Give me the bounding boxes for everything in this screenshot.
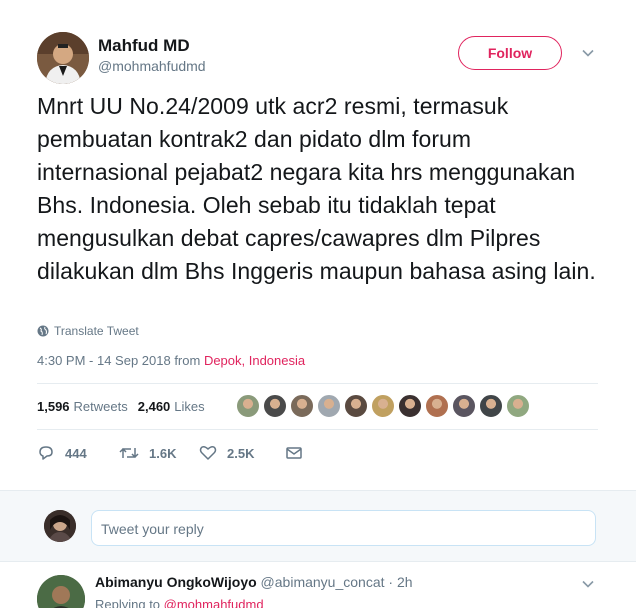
liker-avatar[interactable]: [398, 394, 422, 418]
author-name[interactable]: Mahfud MD: [98, 36, 190, 56]
reply-composer: Tweet your reply: [0, 490, 636, 562]
likes-count: 2,460: [137, 399, 171, 414]
retweets-stat[interactable]: 1,596 Retweets: [37, 399, 128, 414]
current-user-avatar[interactable]: [44, 510, 76, 542]
translate-label: Translate Tweet: [54, 324, 139, 338]
retweet-button[interactable]: 1.6K: [119, 444, 199, 462]
retweets-count: 1,596: [37, 399, 70, 414]
replying-to-link[interactable]: @mohmahfudmd: [164, 597, 264, 608]
reply-input[interactable]: Tweet your reply: [91, 510, 596, 546]
liker-avatar[interactable]: [317, 394, 341, 418]
like-count: 2.5K: [227, 445, 255, 461]
liker-avatar[interactable]: [236, 394, 260, 418]
author-handle[interactable]: @mohmahfudmd: [98, 58, 206, 74]
translate-tweet-link[interactable]: Translate Tweet: [37, 324, 139, 338]
liker-avatar[interactable]: [452, 394, 476, 418]
divider: [37, 429, 598, 430]
heart-icon: [199, 446, 217, 460]
reply-author-avatar[interactable]: [37, 575, 85, 608]
reply-author-handle: @abimanyu_concat · 2h: [260, 574, 413, 590]
reply-author[interactable]: Abimanyu OngkoWijoyo @abimanyu_concat · …: [95, 574, 413, 590]
liker-avatar[interactable]: [479, 394, 503, 418]
reply-tweet: Abimanyu OngkoWijoyo @abimanyu_concat · …: [0, 562, 636, 608]
chevron-down-icon[interactable]: [581, 46, 595, 60]
likes-stat[interactable]: 2,460 Likes: [138, 399, 205, 414]
reply-icon: [39, 446, 53, 460]
tweet-text: Mnrt UU No.24/2009 utk acr2 resmi, terma…: [37, 93, 596, 284]
liker-avatar[interactable]: [263, 394, 287, 418]
liker-avatar[interactable]: [425, 394, 449, 418]
replying-to-label: Replying to: [95, 597, 164, 608]
retweets-label: Retweets: [73, 399, 128, 414]
tweet-actions: 444 1.6K 2.5K: [37, 444, 313, 462]
tweet-card: Mahfud MD @mohmahfudmd Follow Mnrt UU No…: [0, 0, 636, 490]
reply-author-name: Abimanyu OngkoWijoyo: [95, 574, 257, 590]
follow-button[interactable]: Follow: [458, 36, 562, 70]
liker-avatar[interactable]: [371, 394, 395, 418]
author-avatar[interactable]: [37, 32, 89, 84]
tweet-timestamp: 4:30 PM - 14 Sep 2018 from Depok, Indone…: [37, 353, 305, 368]
tweet-stats: 1,596 Retweets 2,460 Likes: [37, 399, 205, 414]
liker-avatar[interactable]: [344, 394, 368, 418]
retweet-count: 1.6K: [149, 445, 177, 461]
like-button[interactable]: 2.5K: [199, 444, 285, 462]
reply-count: 444: [65, 445, 87, 461]
location-link[interactable]: Depok, Indonesia: [204, 353, 305, 368]
globe-icon: [37, 325, 49, 337]
liker-avatars: [236, 394, 530, 418]
liker-avatar[interactable]: [290, 394, 314, 418]
timestamp-text: 4:30 PM - 14 Sep 2018 from: [37, 353, 204, 368]
liker-avatar[interactable]: [506, 394, 530, 418]
envelope-icon: [286, 447, 302, 459]
direct-message-button[interactable]: [285, 444, 313, 462]
divider: [37, 383, 598, 384]
retweet-icon: [119, 447, 139, 459]
likes-label: Likes: [174, 399, 205, 414]
reply-button[interactable]: 444: [37, 444, 119, 462]
chevron-down-icon[interactable]: [581, 577, 595, 591]
replying-to: Replying to @mohmahfudmd: [95, 597, 264, 608]
